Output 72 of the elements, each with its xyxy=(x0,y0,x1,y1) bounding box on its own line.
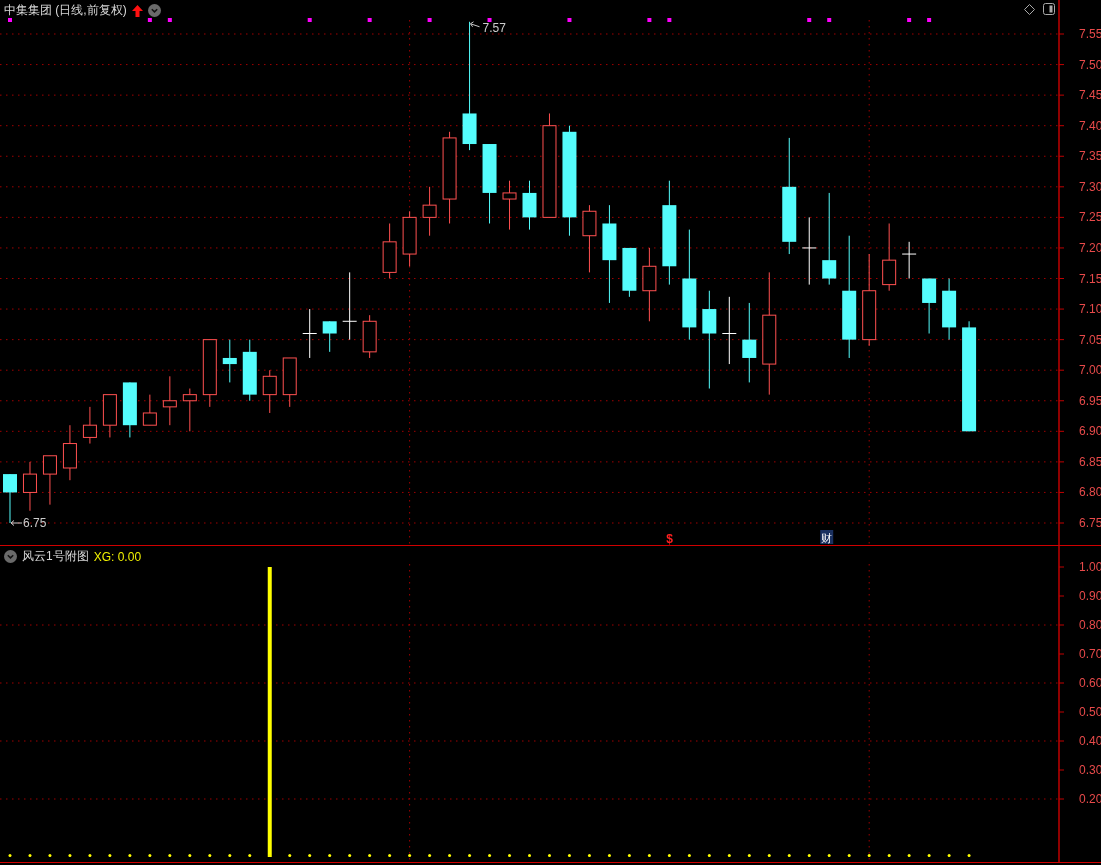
candlestick xyxy=(282,357,297,408)
candlestick xyxy=(22,461,37,512)
candlestick xyxy=(42,455,57,506)
dropdown-icon[interactable] xyxy=(4,550,17,563)
axis-label: 7.55 xyxy=(1079,27,1101,41)
up-arrow-icon xyxy=(131,4,143,17)
candlestick xyxy=(942,278,957,341)
axis-label: 0.70 xyxy=(1079,647,1101,661)
dropdown-icon[interactable] xyxy=(147,4,161,17)
candlestick xyxy=(3,473,17,524)
candlestick xyxy=(82,406,97,445)
candlestick xyxy=(122,381,137,438)
axis-label: 0.20 xyxy=(1079,792,1101,806)
candlestick xyxy=(102,394,117,438)
axis-label: 0.80 xyxy=(1079,618,1101,632)
axis-label: 6.85 xyxy=(1079,454,1101,469)
candlestick xyxy=(882,223,897,292)
axis-label: 7.25 xyxy=(1079,210,1101,225)
axis-label: 7.10 xyxy=(1079,302,1101,317)
candlestick xyxy=(801,216,817,286)
candlestick xyxy=(382,223,397,279)
high-price-label: 7.57 xyxy=(482,20,506,35)
axis-label: 1.00 xyxy=(1079,560,1101,574)
axis-label: 0.90 xyxy=(1079,589,1101,603)
axis-label: 0.50 xyxy=(1079,705,1101,719)
axis-label: 7.45 xyxy=(1079,88,1101,103)
axis-label: 7.50 xyxy=(1079,57,1101,72)
event-mark[interactable]: $ xyxy=(666,532,674,545)
indicator-readout: XG: 0.00 xyxy=(93,549,142,564)
candlestick xyxy=(202,339,217,408)
candlestick xyxy=(242,339,257,402)
panel-toggle-icon[interactable] xyxy=(1043,3,1055,15)
axis-label: 0.60 xyxy=(1079,676,1101,690)
candlestick xyxy=(182,388,197,432)
candlestick xyxy=(922,278,937,334)
pointer-icon xyxy=(470,21,481,28)
axis-label: 6.95 xyxy=(1079,393,1101,408)
axis-label: 0.30 xyxy=(1079,763,1101,777)
candlestick xyxy=(62,424,77,481)
axis-label: 0.40 xyxy=(1079,734,1101,748)
indicator-title: 风云1号附图 xyxy=(22,548,89,565)
diamond-icon[interactable] xyxy=(1024,3,1035,15)
axis-label: 7.40 xyxy=(1079,118,1101,133)
candlestick xyxy=(342,271,358,341)
axis-label: 7.00 xyxy=(1079,363,1101,378)
finance-news-mark[interactable]: 财 xyxy=(820,530,834,545)
candlestick xyxy=(901,241,917,279)
axis-label: 6.80 xyxy=(1079,485,1101,500)
axis-label: 6.75 xyxy=(1079,516,1101,530)
candlestick xyxy=(362,314,377,359)
pointer-icon xyxy=(10,520,23,526)
candlestick xyxy=(222,339,237,383)
axis-label: 7.05 xyxy=(1079,332,1101,347)
candlestick xyxy=(402,210,417,267)
candlestick xyxy=(262,369,277,414)
candlestick xyxy=(142,394,157,426)
candlestick xyxy=(422,186,437,237)
axis-label: 7.15 xyxy=(1079,271,1101,286)
low-price-label: 6.75 xyxy=(23,516,47,530)
candlestick xyxy=(322,320,337,353)
candlestick xyxy=(522,180,537,231)
candlestick xyxy=(162,375,177,426)
candlestick xyxy=(622,247,637,298)
axis-label: 7.35 xyxy=(1079,149,1101,164)
stock-title: 中集集团 (日线,前复权) xyxy=(4,2,127,19)
axis-label: 7.30 xyxy=(1079,179,1101,194)
axis-label: 6.90 xyxy=(1079,424,1101,439)
candlestick xyxy=(302,308,318,359)
candlestick xyxy=(582,204,597,273)
candlestick xyxy=(502,180,517,231)
candlestick xyxy=(721,296,737,365)
axis-label: 7.20 xyxy=(1079,240,1101,255)
